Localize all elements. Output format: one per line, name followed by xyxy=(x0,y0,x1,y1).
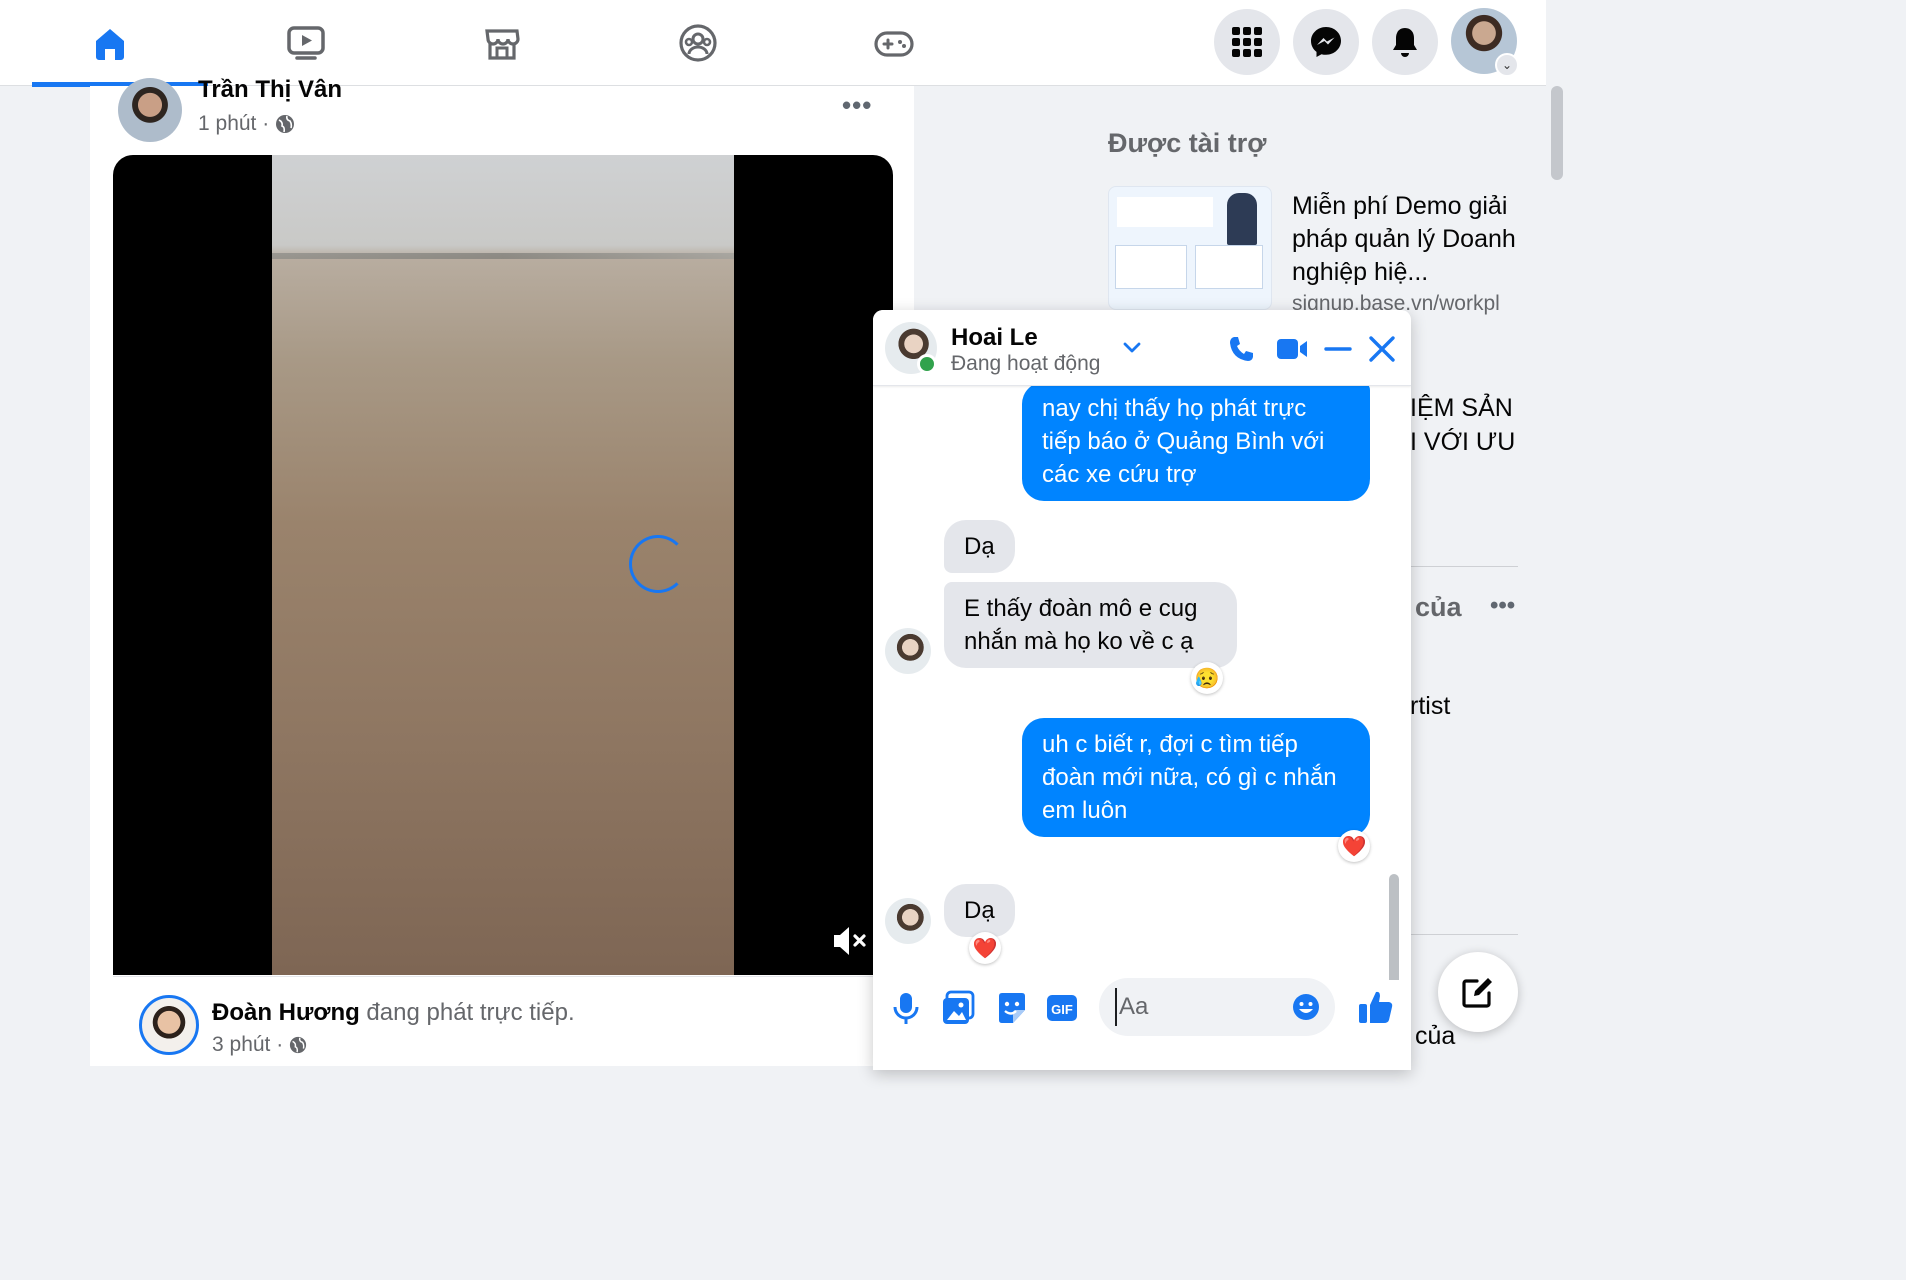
nav-tab-marketplace[interactable] xyxy=(404,0,600,86)
marketplace-store-icon xyxy=(485,29,520,60)
volume-muted-icon[interactable] xyxy=(831,923,869,959)
page-scrollbar[interactable] xyxy=(1546,86,1568,1053)
minimize-icon[interactable] xyxy=(1323,334,1353,364)
chat-message-list[interactable]: nay chị thấy họ phát trực tiếp báo ở Quả… xyxy=(873,386,1411,980)
loading-spinner-icon xyxy=(629,535,687,593)
message-bubble-received[interactable]: Dạ xyxy=(944,520,1015,573)
sidebar-divider xyxy=(1410,934,1518,935)
chat-contact-name[interactable]: Hoai Le xyxy=(951,324,1038,352)
sidebar-bottom-heading: của xyxy=(1415,1022,1456,1050)
sidebar-divider xyxy=(1410,566,1518,567)
message-bubble-received[interactable]: E thấy đoàn mô e cug nhắn mà họ ko về c … xyxy=(944,582,1237,668)
ad-thumbnail[interactable] xyxy=(1108,186,1272,310)
new-message-button[interactable] xyxy=(1438,952,1518,1032)
message-bubble-sent[interactable]: nay chị thấy họ phát trực tiếp báo ở Quả… xyxy=(1022,386,1370,501)
image-attach-icon[interactable] xyxy=(941,990,975,1026)
notifications-bell-icon xyxy=(1393,28,1417,57)
menu-grid-icon xyxy=(1232,27,1262,57)
live-notice-text: Đoàn Hương đang phát trực tiếp. xyxy=(212,999,575,1027)
ad-thumb-person xyxy=(1227,193,1257,245)
contact-mini-avatar xyxy=(885,628,931,674)
close-icon[interactable] xyxy=(1367,334,1397,364)
gaming-controller-icon xyxy=(874,31,914,57)
reaction-heart-icon[interactable]: ❤️ xyxy=(969,932,1001,964)
reaction-heart-icon[interactable]: ❤️ xyxy=(1338,830,1370,862)
live-description: đang phát trực tiếp. xyxy=(359,999,575,1026)
menu-button[interactable] xyxy=(1214,9,1280,75)
reaction-sad-icon[interactable]: 😥 xyxy=(1191,662,1223,694)
chat-scrollbar-thumb[interactable] xyxy=(1389,874,1399,980)
svg-text:GIF: GIF xyxy=(1051,1002,1073,1017)
notifications-button[interactable] xyxy=(1372,9,1438,75)
post-timestamp: 1 phút · xyxy=(198,112,295,136)
microphone-icon[interactable] xyxy=(891,990,921,1026)
ad2-headline-line1[interactable]: IỆM SẢN xyxy=(1410,394,1513,423)
sidebar-more-options-icon[interactable]: ••• xyxy=(1490,592,1515,620)
groups-icon xyxy=(679,24,717,62)
nav-tab-home[interactable] xyxy=(12,0,208,87)
ad-headline[interactable]: Miễn phí Demo giải pháp quản lý Doanh ng… xyxy=(1292,190,1520,289)
globe-public-icon xyxy=(276,115,295,133)
gif-icon[interactable]: GIF xyxy=(1045,990,1079,1026)
video-frame xyxy=(272,155,734,975)
video-horizon xyxy=(272,253,734,259)
post-author-name[interactable]: Trần Thị Vân xyxy=(198,76,342,104)
chat-contact-status: Đang hoạt động xyxy=(951,352,1101,375)
compose-edit-icon xyxy=(1462,978,1492,1008)
video-watch-icon xyxy=(287,26,325,60)
post-time-text[interactable]: 1 phút · xyxy=(198,112,269,136)
emoji-icon[interactable] xyxy=(1291,992,1321,1022)
live-author-avatar[interactable] xyxy=(139,995,199,1055)
chat-window: Hoai Le Đang hoạt động nay chị thấy họ p… xyxy=(873,310,1411,1070)
ad2-headline-line2[interactable]: I VỚI ƯU xyxy=(1410,428,1515,457)
messenger-button[interactable] xyxy=(1293,9,1359,75)
live-timestamp[interactable]: 3 phút · xyxy=(212,1033,307,1057)
home-icon xyxy=(96,29,124,60)
scrollbar-thumb[interactable] xyxy=(1551,86,1563,180)
post-options-more-icon[interactable]: ••• xyxy=(842,90,872,121)
message-input-field[interactable] xyxy=(1099,978,1335,1036)
ad-thumb-screen-right xyxy=(1195,245,1263,289)
chevron-down-icon[interactable] xyxy=(1120,336,1144,360)
sidebar-section-heading: của xyxy=(1415,592,1462,622)
sidebar-item-artist[interactable]: rtist xyxy=(1410,692,1450,721)
post-author-avatar[interactable] xyxy=(118,78,182,142)
phone-call-icon[interactable] xyxy=(1227,334,1257,364)
nav-tab-watch[interactable] xyxy=(208,0,404,86)
sticker-icon[interactable] xyxy=(995,990,1029,1026)
top-navigation-bar: ⌄ xyxy=(0,0,1546,87)
globe-public-icon xyxy=(289,1036,307,1054)
messenger-icon xyxy=(1311,27,1341,57)
contact-mini-avatar xyxy=(885,898,931,944)
message-bubble-sent[interactable]: uh c biết r, đợi c tìm tiếp đoàn mới nữa… xyxy=(1022,718,1370,837)
video-call-icon[interactable] xyxy=(1275,334,1309,364)
ad-thumb-screen-left xyxy=(1115,245,1187,289)
live-notice-row: Đoàn Hương đang phát trực tiếp. 3 phút · xyxy=(113,976,893,1056)
sponsored-heading: Được tài trợ xyxy=(1108,128,1267,158)
nav-tab-gaming[interactable] xyxy=(796,0,992,86)
online-status-dot xyxy=(917,354,937,374)
account-menu-chevron-icon[interactable]: ⌄ xyxy=(1495,53,1519,77)
live-author-name[interactable]: Đoàn Hương xyxy=(212,999,360,1026)
nav-tab-groups[interactable] xyxy=(600,0,796,86)
message-bubble-received[interactable]: Dạ xyxy=(944,884,1015,937)
message-input[interactable] xyxy=(1115,988,1285,1026)
chat-header: Hoai Le Đang hoạt động xyxy=(873,310,1411,386)
thumbs-up-icon[interactable] xyxy=(1357,988,1395,1026)
post-video-player[interactable] xyxy=(113,155,893,975)
live-time-text: 3 phút · xyxy=(212,1033,284,1056)
ad-thumb-banner xyxy=(1117,197,1213,227)
